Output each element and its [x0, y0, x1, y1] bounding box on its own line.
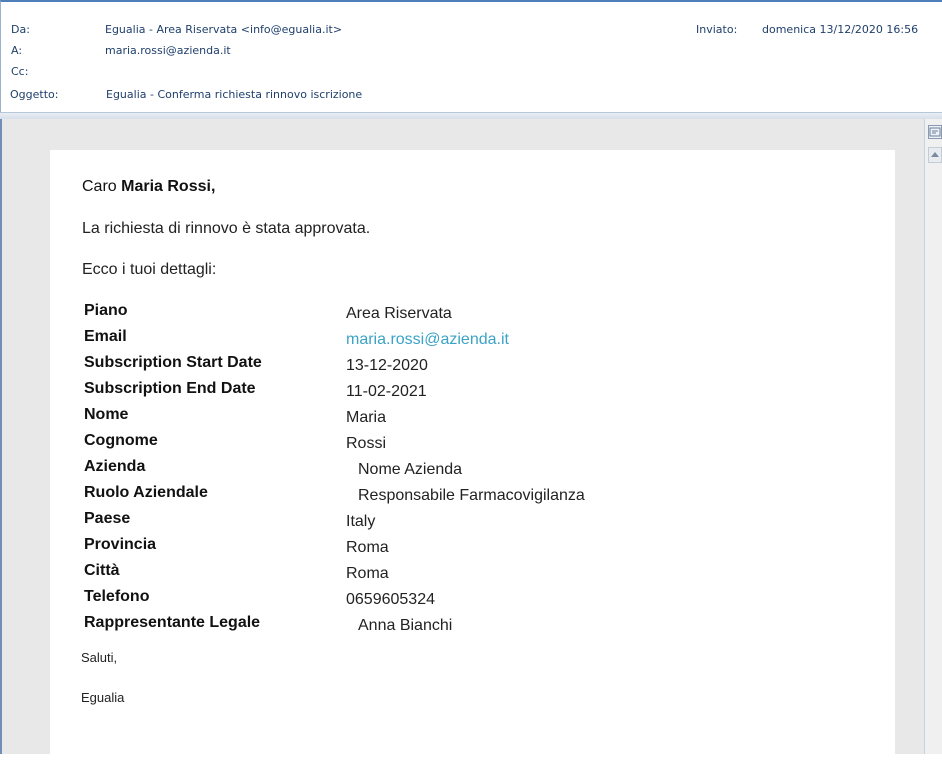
cc-label: Cc:: [11, 65, 29, 78]
details-value: Area Riservata: [346, 305, 452, 322]
sent-value: domenica 13/12/2020 16:56: [762, 23, 919, 36]
details-row: Cognome Rossi: [84, 432, 644, 458]
details-intro: Ecco i tuoi dettagli:: [82, 261, 217, 278]
details-table: Piano Area Riservata Email maria.rossi@a…: [84, 302, 644, 640]
reading-pane-icon-glyph: [929, 127, 941, 137]
approval-message: La richiesta di rinnovo è stata approvat…: [82, 220, 371, 237]
details-value: Responsabile Farmacovigilanza: [358, 487, 585, 504]
details-row: Paese Italy: [84, 510, 644, 536]
details-row: Subscription End Date 11-02-2021: [84, 380, 644, 406]
details-row: Telefono 0659605324: [84, 588, 644, 614]
details-value: Nome Azienda: [358, 461, 463, 478]
details-value: 0659605324: [346, 591, 435, 608]
details-key: Piano: [84, 302, 128, 319]
details-key: Paese: [84, 510, 131, 527]
details-row: Ruolo Aziendale Responsabile Farmacovigi…: [84, 484, 644, 510]
details-value: Italy: [346, 513, 376, 530]
details-key: Rappresentante Legale: [84, 614, 261, 631]
from-value[interactable]: Egualia - Area Riservata <info@egualia.i…: [105, 23, 342, 36]
details-row: Piano Area Riservata: [84, 302, 644, 328]
details-key: Azienda: [84, 458, 146, 475]
details-value: Anna Bianchi: [358, 617, 453, 634]
details-key: Email: [84, 328, 127, 345]
details-row: Città Roma: [84, 562, 644, 588]
subject-label: Oggetto:: [10, 88, 59, 101]
details-value: 11-02-2021: [346, 383, 427, 400]
details-key: Subscription End Date: [84, 380, 256, 397]
sent-label: Inviato:: [696, 23, 738, 36]
closing-text: Saluti,: [81, 650, 118, 665]
details-key: Telefono: [84, 588, 150, 605]
details-row: Nome Maria: [84, 406, 644, 432]
greeting-prefix: Caro: [82, 178, 122, 195]
details-value: 13-12-2020: [346, 357, 428, 374]
email-header: Da: Egualia - Area Riservata <info@egual…: [0, 0, 942, 112]
email-link[interactable]: maria.rossi@azienda.it: [346, 331, 509, 349]
details-key: Città: [84, 562, 120, 579]
sent-row: Inviato: domenica 13/12/2020 16:56: [696, 23, 918, 36]
details-key: Ruolo Aziendale: [84, 484, 208, 501]
from-label: Da:: [11, 23, 30, 36]
greeting: Caro Maria Rossi,: [82, 178, 215, 196]
details-row: Subscription Start Date 13-12-2020: [84, 354, 644, 380]
chevron-up-icon[interactable]: [928, 147, 942, 163]
to-label: A:: [11, 44, 23, 57]
details-row: Email maria.rossi@azienda.it: [84, 328, 644, 354]
message-body-pane: Caro Maria Rossi, La richiesta di rinnov…: [0, 119, 924, 770]
to-value[interactable]: maria.rossi@azienda.it: [105, 44, 231, 57]
details-row: Azienda Nome Azienda: [84, 458, 644, 484]
details-value: Roma: [346, 539, 389, 556]
details-key: Cognome: [84, 432, 158, 449]
recipient-name: Maria Rossi,: [121, 178, 216, 195]
details-value: Maria: [346, 409, 387, 426]
subject-value: Egualia - Conferma richiesta rinnovo isc…: [106, 88, 363, 101]
details-row: Provincia Roma: [84, 536, 644, 562]
vertical-scrollbar[interactable]: [924, 119, 942, 754]
details-row: Rappresentante Legale Anna Bianchi: [84, 614, 644, 640]
details-key: Nome: [84, 406, 129, 423]
signature: Egualia: [81, 690, 125, 705]
reading-pane-icon[interactable]: [928, 125, 942, 139]
details-key: Subscription Start Date: [84, 354, 262, 371]
details-value: Roma: [346, 565, 389, 582]
details-value: Rossi: [346, 435, 387, 452]
email-content-card: Caro Maria Rossi, La richiesta di rinnov…: [50, 150, 895, 770]
details-key: Provincia: [84, 536, 157, 553]
